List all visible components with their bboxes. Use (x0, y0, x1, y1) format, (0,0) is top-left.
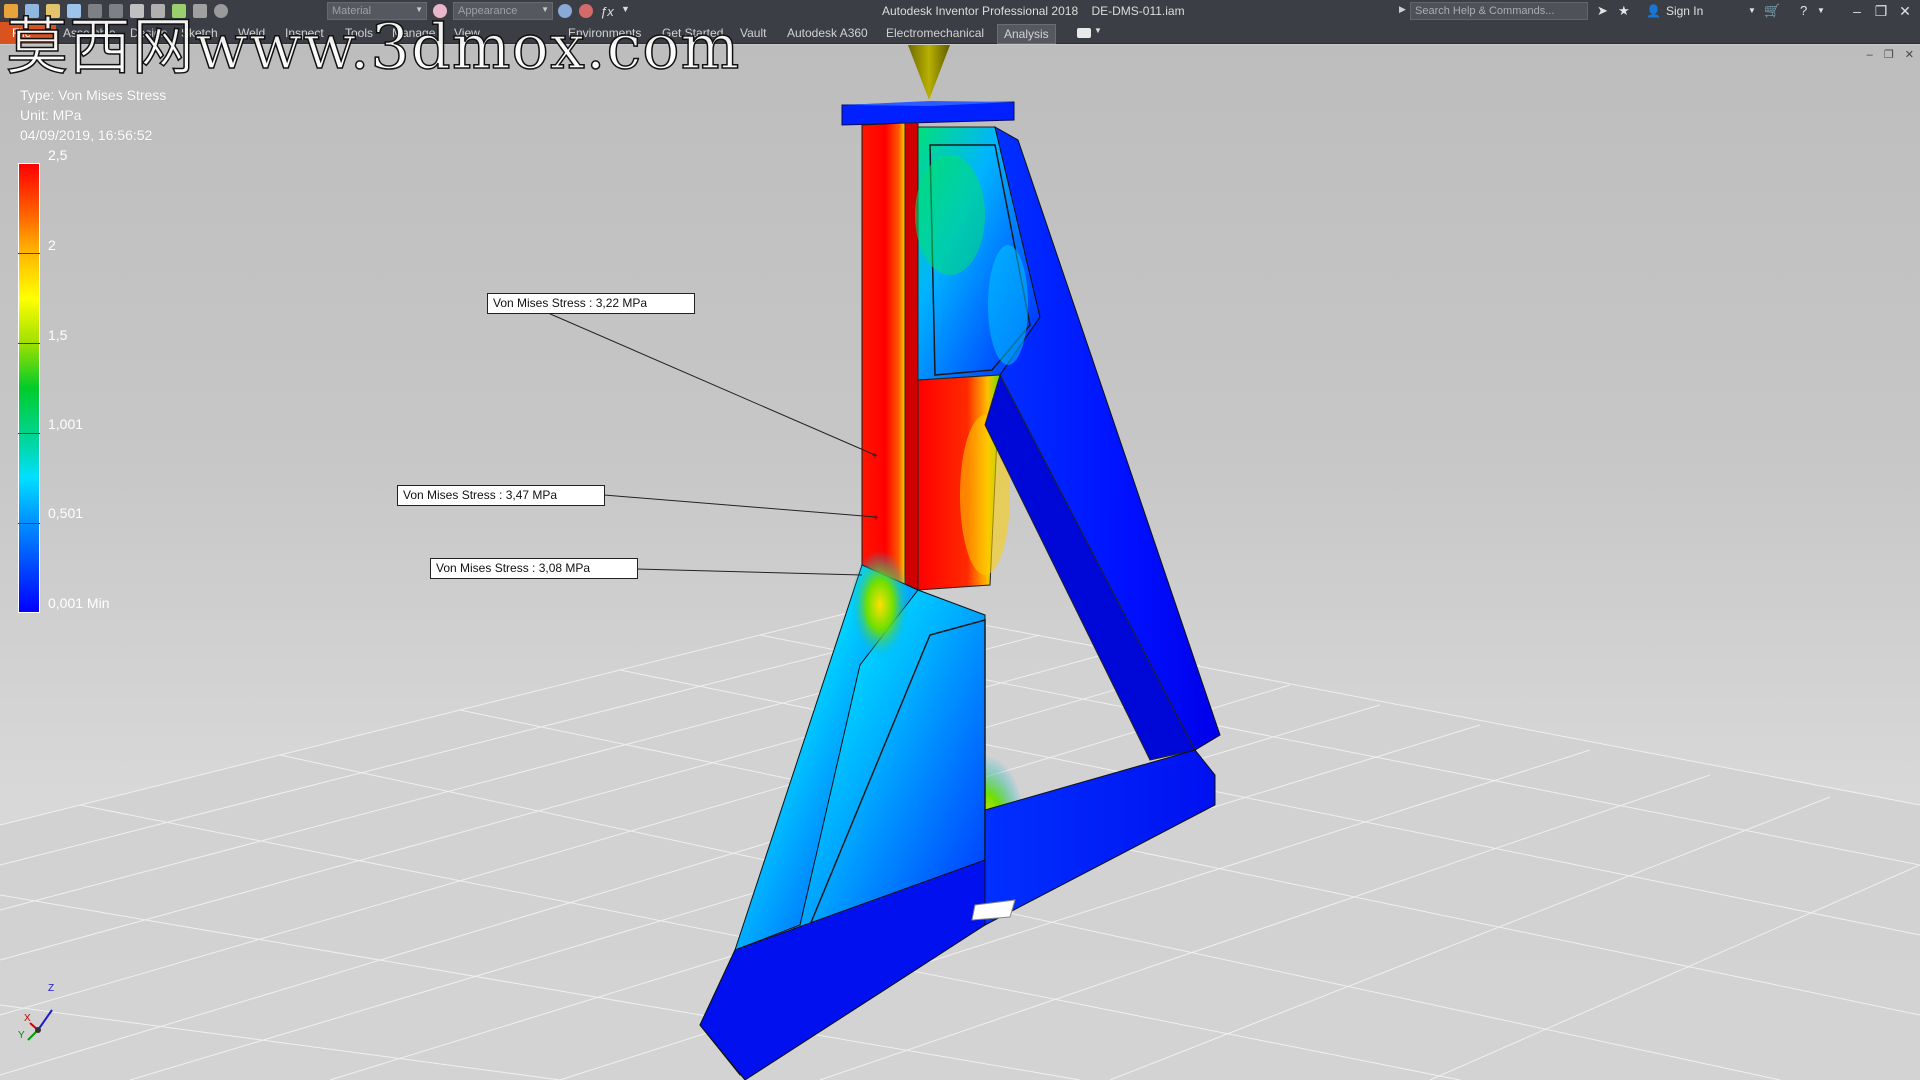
open-file-icon[interactable] (46, 4, 60, 18)
tab-file[interactable]: File (0, 22, 56, 44)
favorites-icon[interactable]: ★ (1618, 3, 1630, 19)
function-icon[interactable]: ƒx (600, 4, 614, 19)
probe-leader-2 (603, 494, 877, 518)
probe-leader-3 (636, 568, 863, 576)
material-dropdown[interactable]: Material ▼ (327, 2, 427, 20)
legend-value-min: 0,001 Min (48, 595, 110, 611)
material-globe-icon[interactable] (214, 4, 228, 18)
probe-label-1[interactable]: Von Mises Stress : 3,22 MPa (487, 293, 695, 314)
chevron-down-icon[interactable]: ▼ (1094, 26, 1102, 35)
account-menu-chevron-icon[interactable]: ▼ (1748, 6, 1756, 15)
legend-tick (18, 433, 40, 434)
ribbon-display-toggle-icon[interactable] (1077, 28, 1091, 38)
communication-center-icon[interactable]: ➤ (1597, 3, 1608, 19)
sign-in-button[interactable]: 👤 Sign In (1646, 4, 1703, 18)
chevron-down-icon: ▼ (541, 5, 549, 14)
load-arrow[interactable] (908, 45, 950, 100)
vertical-post[interactable] (861, 122, 906, 586)
viewport-window-controls: – ❐ ✕ (1859, 48, 1914, 61)
axis-x-label: X (24, 1013, 31, 1024)
restore-button[interactable]: ❐ (1870, 1, 1892, 21)
legend-value: 2 (48, 237, 56, 253)
tab-weld[interactable]: Weld (238, 26, 265, 40)
close-button[interactable]: ✕ (1894, 1, 1916, 21)
tab-analysis[interactable]: Analysis (997, 24, 1056, 44)
chevron-down-icon: ▼ (415, 5, 423, 14)
ribbon-tab-bar: File Assemble Design Sketch Weld Inspect… (0, 22, 1920, 44)
select-icon[interactable] (172, 4, 186, 18)
search-input[interactable]: Search Help & Commands... (1410, 2, 1588, 20)
legend-value: 0,501 (48, 505, 84, 521)
stress-result-model[interactable]: + + (0, 45, 1920, 1080)
clear-appearance-icon[interactable] (579, 4, 593, 18)
appearance-dropdown[interactable]: Appearance ▼ (453, 2, 553, 20)
new-file-icon[interactable] (25, 4, 39, 18)
tab-inspect[interactable]: Inspect (285, 26, 324, 40)
tab-vault[interactable]: Vault (740, 26, 766, 40)
viewport-close-icon[interactable]: ✕ (1905, 49, 1914, 61)
document-name: DE-DMS-011.iam (1091, 4, 1185, 18)
app-name: Autodesk Inventor Professional 2018 (882, 4, 1079, 18)
cart-icon[interactable]: 🛒 (1764, 3, 1780, 19)
tab-electromechanical[interactable]: Electromechanical (886, 26, 984, 40)
axis-z-label: Z (48, 983, 55, 994)
legend-timestamp: 04/09/2019, 16:56:52 (20, 127, 153, 143)
legend-value-max: 2,5 (48, 147, 68, 163)
axis-y-label: Y (18, 1030, 25, 1041)
tab-manage[interactable]: Manage (392, 26, 435, 40)
help-menu-chevron-icon[interactable]: ▼ (1817, 6, 1825, 15)
home-icon[interactable] (130, 4, 144, 18)
viewport-minimize-icon[interactable]: – (1867, 49, 1873, 61)
search-expand-icon[interactable]: ▶ (1399, 4, 1406, 15)
tab-environments[interactable]: Environments (568, 26, 641, 40)
legend-type: Type: Von Mises Stress (20, 87, 167, 103)
save-icon[interactable] (67, 4, 81, 18)
tab-sketch[interactable]: Sketch (181, 26, 218, 40)
window-title: Autodesk Inventor Professional 2018 DE-D… (882, 4, 1195, 18)
legend-value: 1,5 (48, 327, 68, 343)
material-dropdown-value: Material (332, 5, 372, 17)
color-scale-bar[interactable] (18, 163, 40, 613)
quick-access-toolbar (4, 3, 235, 19)
quick-access-toolbar-right: ƒx ▼ (558, 3, 642, 19)
legend-tick (18, 523, 40, 524)
legend-value: 1,001 (48, 416, 84, 432)
tab-tools[interactable]: Tools (345, 26, 373, 40)
graphics-viewport[interactable]: + + – ❐ ✕ Type: Von Mises Stress Unit: M… (0, 45, 1920, 1080)
tab-autodesk-a360[interactable]: Autodesk A360 (787, 26, 868, 40)
legend-tick (18, 253, 40, 254)
probe-marker-1: + (872, 451, 878, 462)
redo-icon[interactable] (109, 4, 123, 18)
user-icon: 👤 (1646, 4, 1661, 18)
update-icon[interactable] (151, 4, 165, 18)
probe-label-3[interactable]: Von Mises Stress : 3,08 MPa (430, 558, 638, 579)
title-bar: Material ▼ Appearance ▼ ƒx ▼ Autodesk In… (0, 0, 1920, 22)
tab-assemble[interactable]: Assemble (63, 26, 116, 40)
appearance-dropdown-value: Appearance (458, 5, 518, 17)
probe-marker-2: + (873, 513, 879, 524)
measure-icon[interactable] (193, 4, 207, 18)
adjust-icon[interactable] (558, 4, 572, 18)
tab-get-started[interactable]: Get Started (662, 26, 723, 40)
probe-label-2[interactable]: Von Mises Stress : 3,47 MPa (397, 485, 605, 506)
help-icon[interactable]: ? (1800, 3, 1807, 18)
appearance-icon[interactable] (433, 4, 447, 18)
probe-leader-1 (524, 302, 876, 456)
search-placeholder: Search Help & Commands... (1415, 5, 1555, 17)
result-legend-header: Type: Von Mises Stress Unit: MPa 04/09/2… (20, 85, 166, 145)
inventor-logo-icon[interactable] (4, 4, 18, 18)
tab-design[interactable]: Design (130, 26, 167, 40)
viewport-restore-icon[interactable]: ❐ (1884, 49, 1894, 61)
legend-unit: Unit: MPa (20, 107, 82, 123)
legend-tick (18, 343, 40, 344)
customize-toolbar-icon[interactable]: ▼ (621, 4, 635, 18)
undo-icon[interactable] (88, 4, 102, 18)
minimize-button[interactable]: – (1846, 1, 1868, 21)
tab-view[interactable]: View (454, 26, 480, 40)
sign-in-label: Sign In (1665, 4, 1704, 18)
